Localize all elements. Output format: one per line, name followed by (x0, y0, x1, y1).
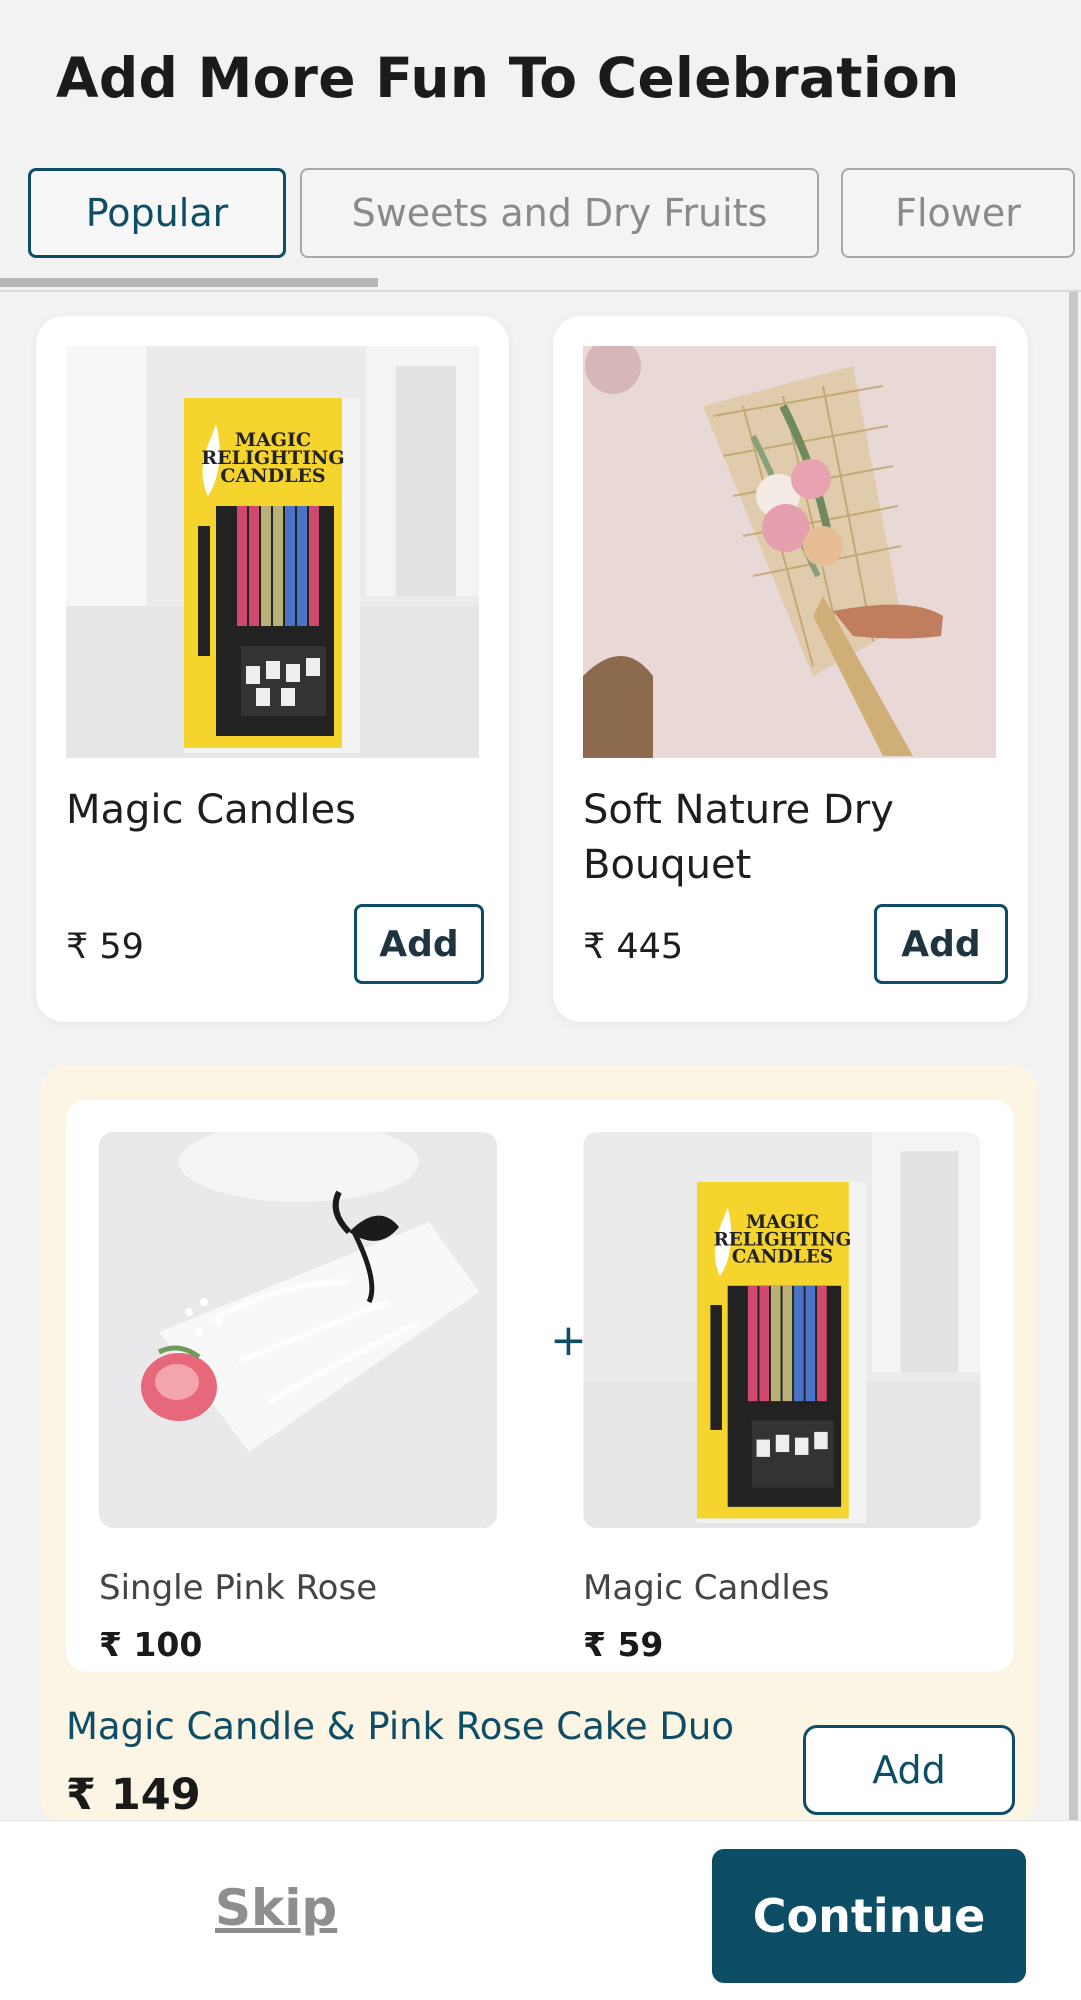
add-button-dry-bouquet[interactable]: Add (874, 904, 1008, 984)
product-card-magic-candles[interactable]: MAGIC RELIGHTING CANDLES Magic Candles ₹… (36, 316, 509, 1022)
add-button-magic-candles[interactable]: Add (354, 904, 484, 984)
tab-sweets-and-dry-fruits[interactable]: Sweets and Dry Fruits (300, 168, 819, 258)
product-name[interactable]: Soft Nature Dry Bouquet (583, 783, 1003, 893)
tab-flower[interactable]: Flower (841, 168, 1075, 258)
tab-popular[interactable]: Popular (28, 168, 286, 258)
plus-icon: + (550, 1315, 587, 1366)
product-name[interactable]: Magic Candles (66, 783, 486, 838)
tabs-divider (0, 290, 1081, 292)
add-combo-button[interactable]: Add (803, 1725, 1015, 1815)
svg-text:CANDLES: CANDLES (732, 1247, 833, 1268)
product-price: ₹ 445 (583, 927, 684, 967)
candles-pack-illustration: MAGIC RELIGHTING CANDLES (583, 1132, 981, 1528)
vertical-scrollbar[interactable] (1069, 292, 1078, 1822)
combo-item-price: ₹ 100 (99, 1625, 203, 1664)
combo-image-magic-candles[interactable]: MAGIC RELIGHTING CANDLES (583, 1132, 981, 1528)
product-image-magic-candles[interactable]: MAGIC RELIGHTING CANDLES (66, 346, 479, 758)
product-card-dry-bouquet[interactable]: Soft Nature Dry Bouquet ₹ 445 Add (553, 316, 1028, 1022)
product-price: ₹ 59 (66, 927, 144, 967)
skip-button[interactable]: Skip (215, 1879, 337, 1937)
dry-bouquet-illustration (583, 346, 996, 758)
svg-text:CANDLES: CANDLES (220, 465, 325, 487)
combo-item-name: Single Pink Rose (99, 1568, 378, 1608)
combo-item-price: ₹ 59 (583, 1625, 664, 1664)
combo-offer-card: Single Pink Rose ₹ 100 + MAGIC RELIGHTIN… (40, 1065, 1038, 1825)
combo-item-name: Magic Candles (583, 1568, 830, 1608)
bottom-action-bar: Skip Continue (0, 1820, 1081, 2000)
combo-image-single-pink-rose[interactable] (99, 1132, 497, 1528)
continue-button[interactable]: Continue (712, 1849, 1026, 1983)
combo-items-panel: Single Pink Rose ₹ 100 + MAGIC RELIGHTIN… (66, 1100, 1014, 1672)
category-tabs: Popular Sweets and Dry Fruits Flower (0, 165, 1081, 265)
tabs-scroll-indicator[interactable] (0, 278, 378, 287)
pink-rose-illustration (99, 1132, 497, 1528)
candles-pack-illustration: MAGIC RELIGHTING CANDLES (66, 346, 479, 758)
page-title: Add More Fun To Celebration (56, 46, 960, 110)
combo-price: ₹ 149 (66, 1770, 201, 1820)
product-image-dry-bouquet[interactable] (583, 346, 996, 758)
combo-title[interactable]: Magic Candle & Pink Rose Cake Duo (66, 1705, 734, 1748)
